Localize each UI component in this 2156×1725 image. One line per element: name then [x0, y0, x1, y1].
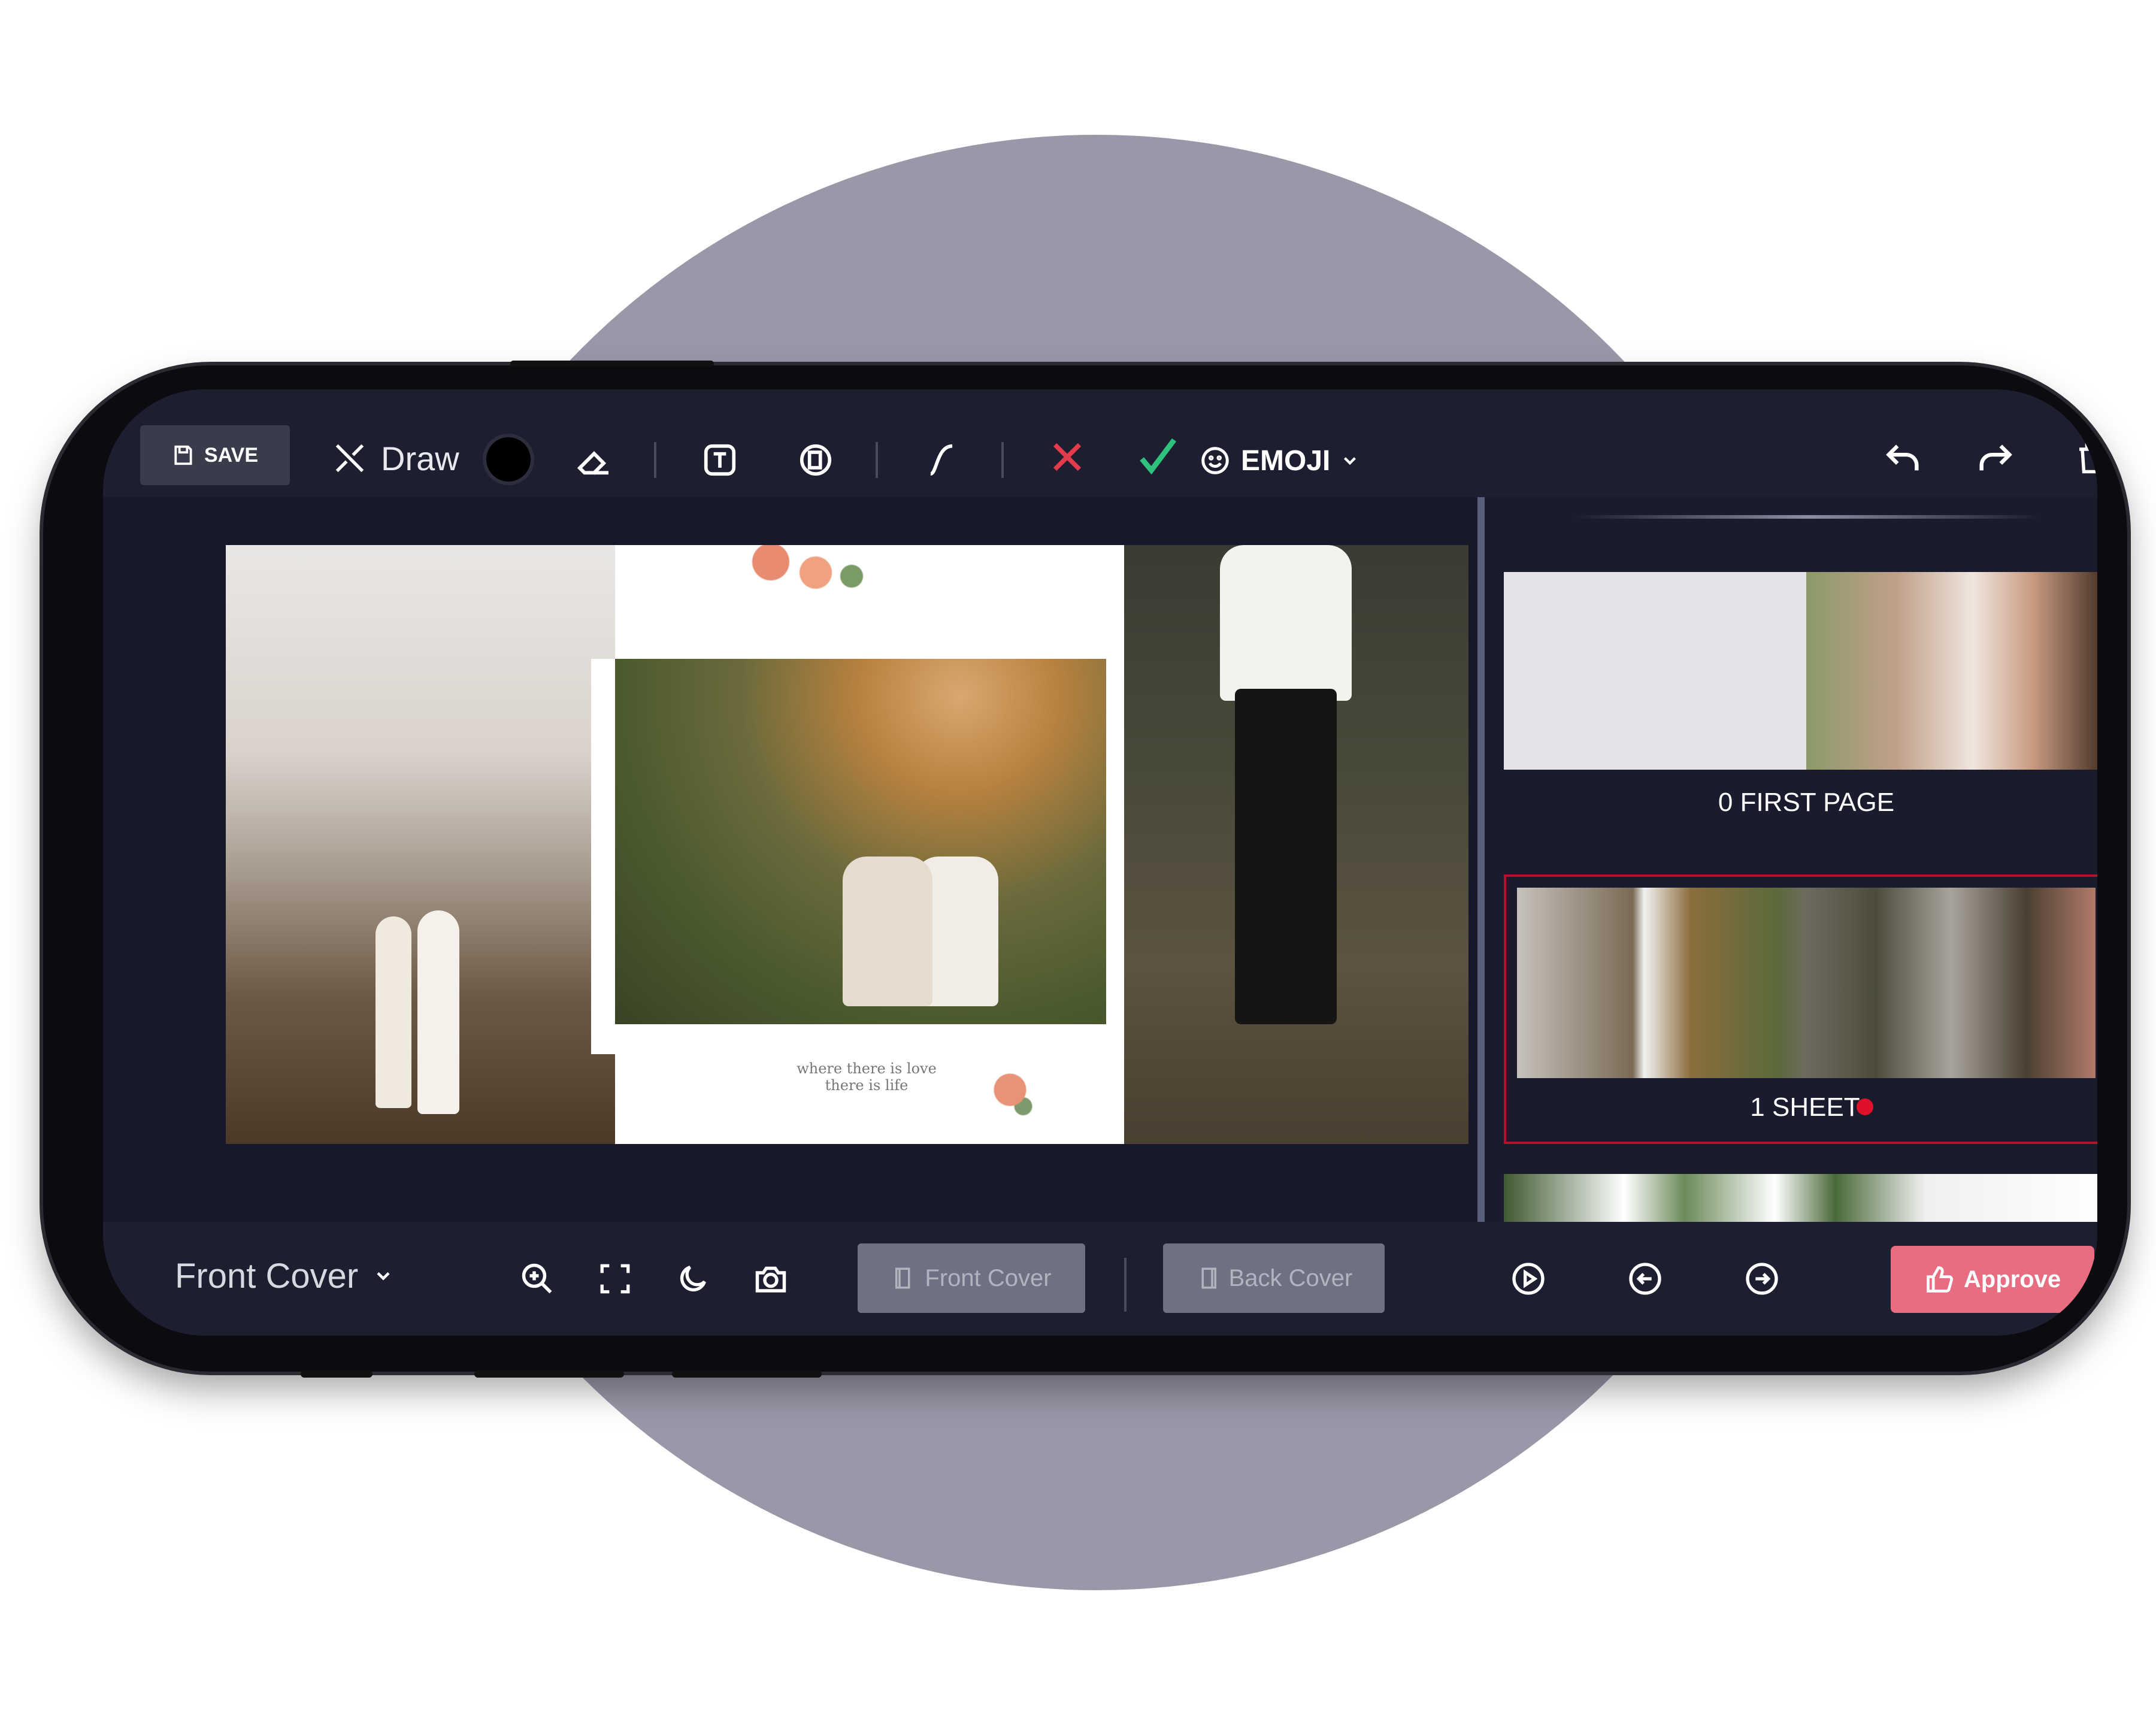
redo-icon [1979, 444, 2012, 471]
person-shirt [1220, 545, 1352, 701]
unsaved-indicator [1857, 1098, 1873, 1115]
sticker-icon [800, 444, 832, 476]
back-cover-label: Back Cover [1228, 1264, 1353, 1291]
page-thumbnail[interactable] [1504, 572, 2097, 770]
emoji-label: EMOJI [1241, 444, 1331, 477]
page-thumbnail[interactable] [1504, 1174, 2097, 1222]
page-thumbnail-selected[interactable]: 1 SHEET [1504, 874, 2097, 1144]
color-swatch[interactable] [486, 437, 531, 482]
photo-frame-white [591, 659, 1112, 1054]
save-label: SAVE [204, 443, 259, 467]
draw-icon [335, 444, 364, 473]
redo-button[interactable] [1969, 431, 2022, 485]
thumbs-up-icon [1926, 1266, 1953, 1293]
toolbar-separator [654, 442, 656, 478]
page-select-label: Front Cover [175, 1256, 359, 1296]
sticker-button[interactable] [792, 436, 840, 484]
close-icon [1053, 443, 1082, 471]
emoji-dropdown[interactable]: EMOJI [1199, 434, 1360, 488]
draw-tool[interactable]: Draw [331, 431, 459, 485]
phone-bottom-button [301, 1370, 373, 1378]
prev-icon [1629, 1263, 1661, 1295]
bottom-separator [1124, 1258, 1127, 1312]
page-label: 1 SHEET [1750, 1092, 1860, 1122]
flower-decoration [717, 545, 897, 605]
album-spread[interactable]: where there is love there is life [226, 545, 1468, 1144]
text-icon [704, 444, 736, 476]
draw-label: Draw [381, 439, 459, 477]
thumbnail-image [1517, 888, 2096, 1078]
app-screen: SAVE Draw EMOJI where there is love ther… [103, 389, 2097, 1336]
blank-page [1504, 572, 1806, 770]
thumbnail-image [1806, 572, 2097, 770]
front-cover-button[interactable]: Front Cover [858, 1243, 1085, 1313]
book-icon [895, 1267, 910, 1289]
dark-mode-icon [680, 1266, 706, 1292]
save-icon [174, 445, 192, 465]
snapshot-button[interactable] [747, 1255, 795, 1303]
photo-walking-man[interactable] [1124, 545, 1468, 1144]
page-label: 0 FIRST PAGE [1718, 788, 1895, 817]
photo-couple-field[interactable] [615, 659, 1106, 1024]
page-select[interactable]: Front Cover [175, 1246, 394, 1306]
save-button[interactable]: SAVE [140, 425, 290, 485]
quote-line: where there is love [797, 1060, 937, 1077]
bottom-toolbar: Front Cover Front Cover Back Cover Appro… [103, 1222, 2097, 1336]
curve-icon [929, 444, 953, 476]
prev-page-button[interactable] [1621, 1255, 1669, 1303]
delete-button[interactable] [2067, 431, 2097, 485]
phone-top-button [510, 361, 714, 367]
dark-mode-button[interactable] [669, 1255, 717, 1303]
person-trousers [1235, 689, 1337, 1024]
panel-handle[interactable] [1574, 515, 2042, 519]
panel-divider[interactable] [1477, 497, 1485, 1222]
front-cover-label: Front Cover [925, 1264, 1052, 1291]
book-icon [1201, 1267, 1216, 1289]
approve-label: Approve [1963, 1266, 2061, 1293]
text-button[interactable] [696, 436, 744, 484]
zoom-in-button[interactable] [513, 1255, 561, 1303]
confirm-button[interactable] [1130, 430, 1184, 484]
eraser-icon [577, 451, 608, 475]
play-icon [1512, 1263, 1545, 1295]
flower-decoration [980, 1060, 1046, 1126]
page-list-panel: 0 FIRST PAGE 1 SHEET [1485, 497, 2097, 1222]
undo-icon [1886, 444, 1919, 471]
zoom-in-icon [522, 1263, 552, 1294]
back-cover-button[interactable]: Back Cover [1163, 1243, 1385, 1313]
quote-line: there is life [825, 1077, 909, 1094]
phone-bottom-button [672, 1370, 822, 1378]
top-toolbar: SAVE Draw EMOJI [103, 389, 2097, 497]
toolbar-separator [876, 442, 878, 478]
check-icon [1140, 438, 1177, 475]
next-page-button[interactable] [1738, 1255, 1786, 1303]
photo-couple-tree[interactable] [226, 545, 615, 1144]
cancel-button[interactable] [1040, 430, 1094, 484]
fullscreen-button[interactable] [591, 1255, 639, 1303]
curve-button[interactable] [917, 436, 965, 484]
emoji-icon [1201, 447, 1229, 474]
camera-icon [755, 1266, 786, 1293]
play-button[interactable] [1504, 1255, 1552, 1303]
toolbar-separator [1001, 442, 1004, 478]
chevron-down-icon [1344, 457, 1356, 465]
chevron-down-icon [377, 1272, 390, 1281]
fullscreen-icon [600, 1264, 630, 1294]
person-figure [843, 857, 932, 1006]
approve-button[interactable]: Approve [1891, 1246, 2094, 1313]
trash-icon [2079, 443, 2097, 474]
phone-frame: SAVE Draw EMOJI where there is love ther… [43, 361, 2127, 1378]
editor-canvas[interactable]: where there is love there is life [103, 497, 1477, 1222]
phone-bottom-button [474, 1370, 624, 1378]
next-icon [1746, 1263, 1778, 1295]
undo-button[interactable] [1876, 431, 1930, 485]
quote-text: where there is love there is life [771, 1060, 962, 1094]
eraser-button[interactable] [570, 436, 618, 484]
person-figure [417, 910, 459, 1114]
person-figure [376, 916, 411, 1108]
